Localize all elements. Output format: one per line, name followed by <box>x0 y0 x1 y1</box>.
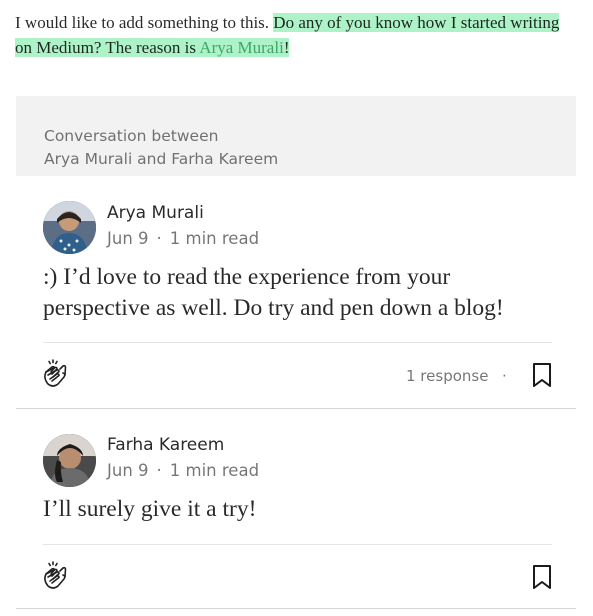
read-time: 1 min read <box>169 461 260 480</box>
clap-icon <box>44 359 67 387</box>
intro-plain-text: I would like to add something to this. <box>15 13 274 32</box>
post-meta: Jun 9 · 1 min read <box>107 229 259 248</box>
clap-button[interactable] <box>40 560 72 592</box>
meta-separator: · <box>156 461 162 480</box>
divider <box>43 544 552 545</box>
response-card: Arya Murali Jun 9 · 1 min read :) I’d love… <box>16 176 576 410</box>
author-name[interactable]: Arya Murali <box>107 203 204 223</box>
post-date[interactable]: Jun 9 <box>107 229 149 248</box>
responses-count-link[interactable]: 1 response <box>406 367 488 385</box>
divider <box>43 342 552 343</box>
author-name[interactable]: Farha Kareem <box>107 435 224 455</box>
intro-paragraph: I would like to add something to this. D… <box>15 10 575 60</box>
conversation-header[interactable]: Conversation between Arya Murali and Far… <box>16 96 576 176</box>
response-card: Farha Kareem Jun 9 · 1 min read I’ll surel… <box>16 410 576 616</box>
post-meta: Jun 9 · 1 min read <box>107 461 259 480</box>
clap-button[interactable] <box>40 358 72 390</box>
bookmark-button[interactable] <box>531 564 553 590</box>
meta-separator: · <box>156 229 162 248</box>
post-date[interactable]: Jun 9 <box>107 461 149 480</box>
author-link-arya[interactable]: Arya Murali <box>199 38 284 57</box>
bookmark-icon <box>533 363 551 387</box>
footer-separator: · <box>502 367 507 385</box>
bookmark-icon <box>533 565 551 589</box>
response-divider <box>16 608 576 609</box>
response-body[interactable]: :) I’d love to read the experience from … <box>43 262 563 324</box>
response-body[interactable]: I’ll surely give it a try! <box>43 494 563 525</box>
conversation-participants: Arya Murali and Farha Kareem <box>44 150 279 168</box>
bookmark-button[interactable] <box>531 362 553 388</box>
avatar-image-farha <box>43 434 96 487</box>
avatar[interactable] <box>43 201 96 254</box>
avatar[interactable] <box>43 434 96 487</box>
read-time: 1 min read <box>169 229 260 248</box>
response-divider <box>16 408 576 409</box>
clap-icon <box>44 561 67 589</box>
highlight-end: ! <box>283 38 290 57</box>
conversation-title: Conversation between <box>44 127 219 145</box>
avatar-image-arya <box>43 201 96 254</box>
